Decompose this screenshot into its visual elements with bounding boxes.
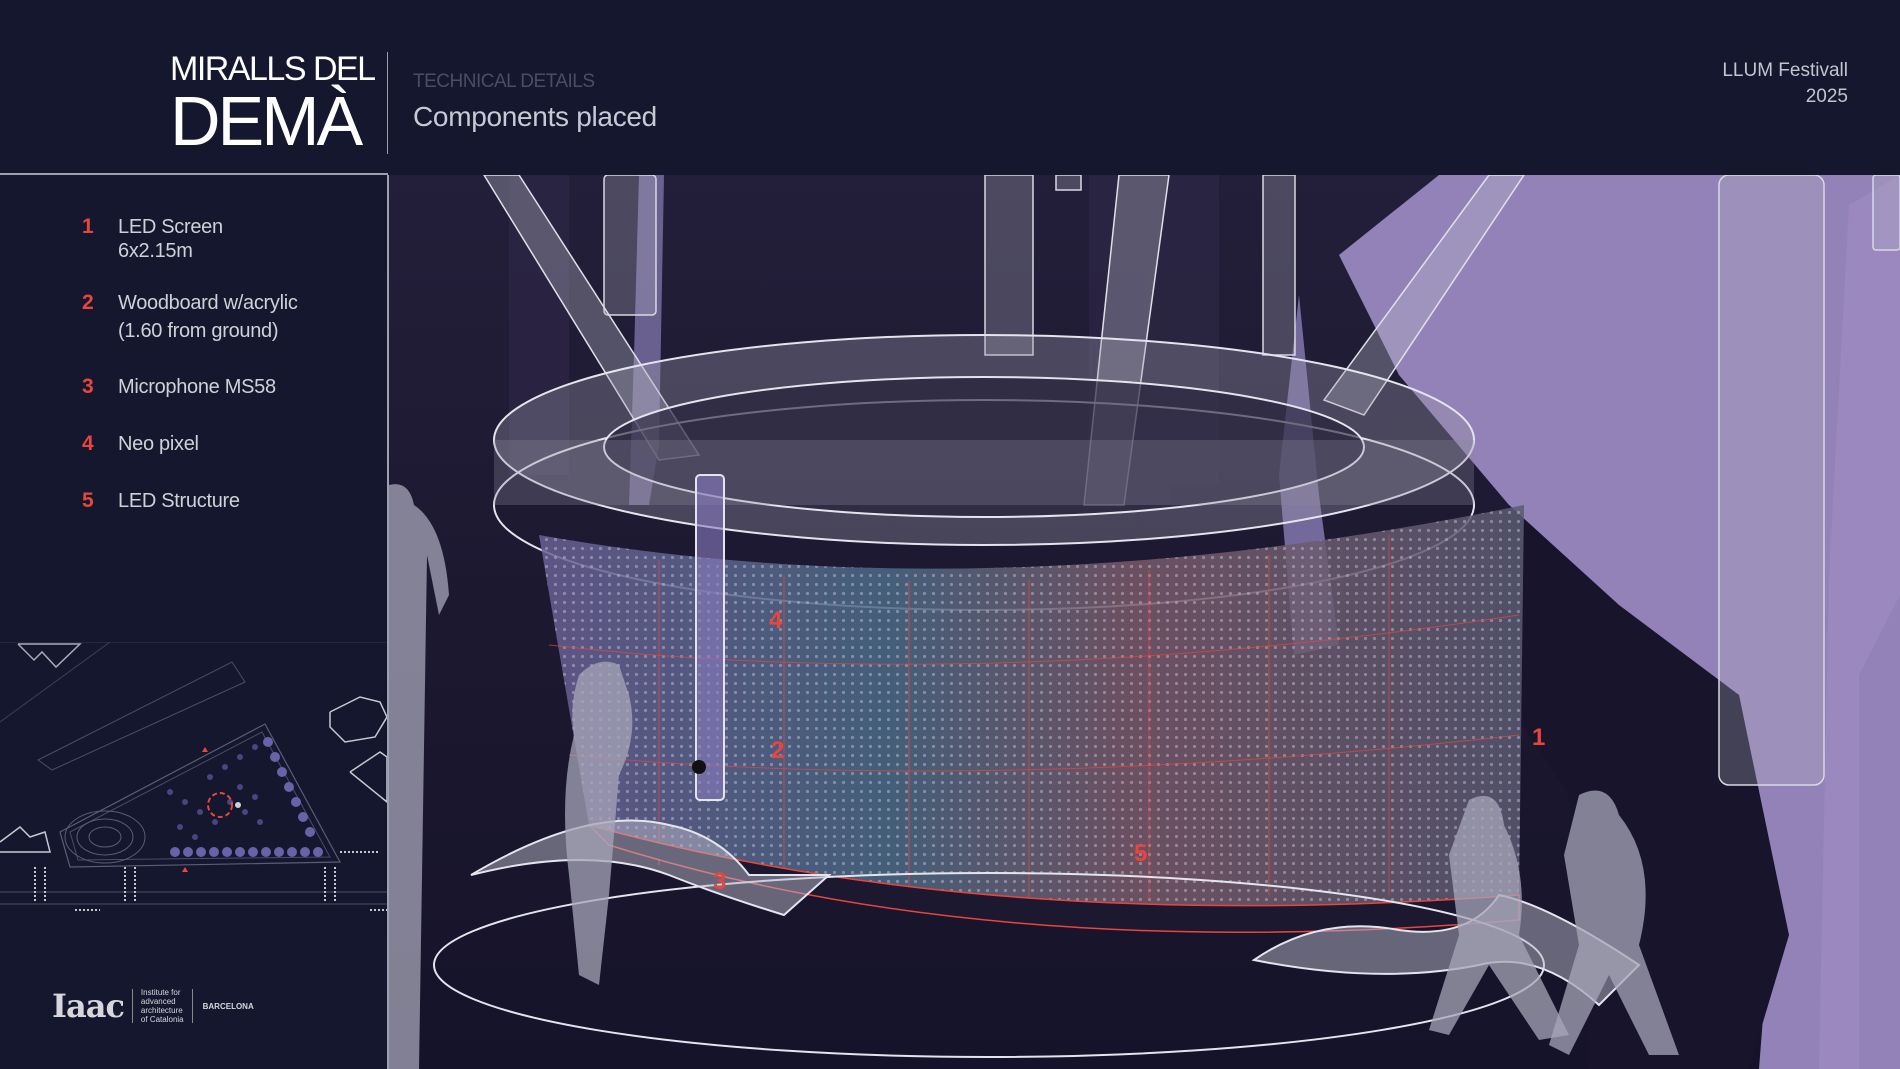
legend-item-woodboard: 2 Woodboard w/acrylic (1.60 from ground) (82, 291, 372, 345)
legend-number: 1 (82, 215, 94, 238)
logo-separator (131, 989, 133, 1023)
legend-item-led-structure: 5 LED Structure (82, 489, 372, 513)
legend-label-detail: (1.60 from ground) (118, 320, 279, 342)
institute-line: Institute for (140, 988, 181, 997)
legend-label: LED Screen (118, 216, 223, 238)
installation-render: 1 2 3 4 5 (389, 175, 1900, 1069)
iaac-logo: Iaac Institute for advanced architecture… (52, 987, 254, 1025)
city-label: BARCELONA (202, 1001, 254, 1011)
legend-label: LED Structure (118, 490, 240, 512)
institute-name: Institute for advanced architecture of C… (141, 988, 184, 1024)
institute-line: architecture (140, 1006, 183, 1015)
legend-label-detail: 6x2.15m (118, 240, 193, 262)
section-subtitle: TECHNICAL DETAILS (413, 71, 595, 92)
festival-label: LLUM Festivall 2025 (1722, 58, 1848, 110)
render-illustration (389, 175, 1900, 1069)
iaac-wordmark: Iaac (52, 987, 125, 1025)
header-divider (387, 52, 388, 154)
legend-item-microphone: 3 Microphone MS58 (82, 375, 372, 399)
legend-item-led-screen: 1 LED Screen 6x2.15m (82, 215, 372, 263)
site-plan-map (0, 642, 387, 911)
legend-label: Woodboard w/acrylic (118, 292, 298, 314)
brand-logo: MIRALLS DEL DEMÀ (170, 50, 376, 160)
callout-5: 5 (1134, 840, 1148, 867)
legend-number: 4 (82, 432, 94, 455)
woodboard (695, 474, 725, 801)
legend-number: 5 (82, 489, 94, 512)
festival-name: LLUM Festivall (1722, 60, 1848, 81)
page-title: Components placed (413, 101, 657, 132)
legend-item-neo-pixel: 4 Neo pixel (82, 432, 372, 456)
microphone-icon (692, 760, 706, 774)
legend-number: 3 (82, 375, 94, 398)
callout-4: 4 (769, 607, 783, 634)
legend-label: Neo pixel (118, 433, 199, 455)
sidebar: 1 LED Screen 6x2.15m 2 Woodboard w/acryli… (0, 175, 387, 1069)
callout-3: 3 (713, 868, 727, 895)
festival-year: 2025 (1805, 86, 1848, 107)
header: MIRALLS DEL DEMÀ TECHNICAL DETAILS Compo… (0, 0, 1900, 174)
callout-1: 1 (1532, 724, 1546, 751)
logo-separator (191, 989, 193, 1023)
institute-line: advanced (140, 997, 176, 1006)
brand-line-2: DEMÀ (170, 82, 363, 160)
legend-number: 2 (82, 291, 94, 314)
legend-label: Microphone MS58 (118, 376, 276, 398)
institute-line: of Catalonia (140, 1015, 184, 1024)
callout-2: 2 (771, 737, 785, 764)
